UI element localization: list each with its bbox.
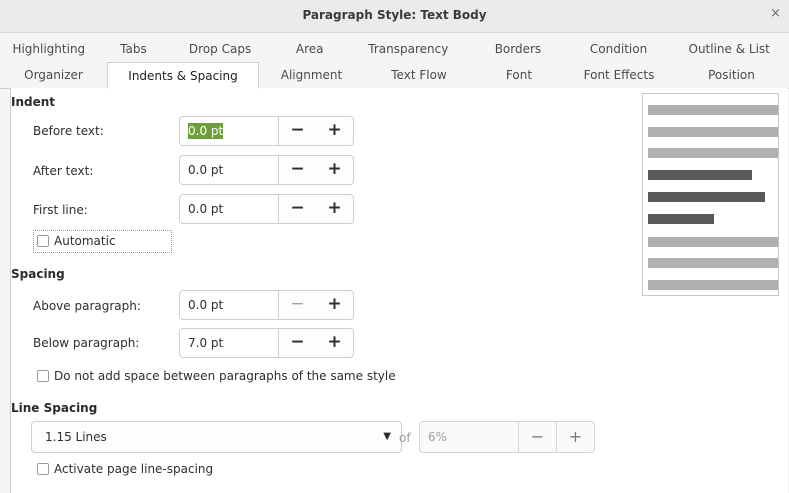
after-text-field[interactable]: 0.0 pt (179, 155, 279, 185)
line-spacing-increase-button[interactable]: + (557, 421, 595, 453)
indents-spacing-panel: Indent Before text: 0.0 pt − + After tex… (10, 88, 788, 493)
tab-outline-list[interactable]: Outline & List (669, 36, 789, 62)
below-paragraph-increase-button[interactable]: + (316, 328, 354, 358)
tab-position[interactable]: Position (674, 62, 789, 88)
above-paragraph-decrease-button[interactable]: − (279, 290, 317, 320)
line-spacing-heading: Line Spacing (11, 401, 98, 415)
no-space-same-style-label[interactable]: Do not add space between paragraphs of t… (54, 369, 396, 383)
first-line-field[interactable]: 0.0 pt (179, 194, 279, 224)
no-space-same-style-checkbox[interactable] (37, 370, 49, 382)
tab-highlighting[interactable]: Highlighting (0, 36, 98, 62)
close-icon[interactable]: × (770, 6, 781, 21)
dropdown-arrow-icon: ▼ (383, 431, 391, 442)
first-line-decrease-button[interactable]: − (279, 194, 317, 224)
first-line-increase-button[interactable]: + (316, 194, 354, 224)
preview-line (648, 148, 778, 158)
indent-heading: Indent (11, 95, 56, 109)
tab-font-effects[interactable]: Font Effects (564, 62, 674, 88)
tab-drop-caps[interactable]: Drop Caps (169, 36, 271, 62)
tab-font[interactable]: Font (474, 62, 564, 88)
below-paragraph-field[interactable]: 7.0 pt (179, 328, 279, 358)
before-text-label: Before text: (33, 124, 104, 138)
first-line-label: First line: (33, 203, 88, 217)
tab-row-1: Highlighting Tabs Drop Caps Area Transpa… (0, 36, 789, 62)
preview-line (648, 214, 714, 224)
before-text-increase-button[interactable]: + (316, 116, 354, 146)
preview-line (648, 105, 778, 115)
preview-line (648, 127, 778, 137)
tab-row-2: Organizer Indents & Spacing Alignment Te… (0, 62, 789, 89)
above-paragraph-increase-button[interactable]: + (316, 290, 354, 320)
of-label: of (399, 431, 411, 445)
activate-page-line-spacing-label[interactable]: Activate page line-spacing (54, 462, 213, 476)
automatic-label[interactable]: Automatic (54, 234, 116, 248)
paragraph-preview (642, 93, 779, 296)
after-text-decrease-button[interactable]: − (279, 155, 317, 185)
above-paragraph-label: Above paragraph: (33, 299, 141, 313)
automatic-checkbox[interactable] (37, 235, 49, 247)
tab-transparency[interactable]: Transparency (349, 36, 469, 62)
line-spacing-selected-value: 1.15 Lines (45, 430, 107, 444)
tab-alignment[interactable]: Alignment (259, 62, 364, 88)
window-title: Paragraph Style: Text Body (302, 8, 487, 22)
tab-text-flow[interactable]: Text Flow (364, 62, 474, 88)
preview-line (648, 280, 778, 290)
below-paragraph-decrease-button[interactable]: − (279, 328, 317, 358)
before-text-field[interactable]: 0.0 pt (179, 116, 279, 146)
after-text-increase-button[interactable]: + (316, 155, 354, 185)
line-spacing-select[interactable]: 1.15 Lines ▼ (31, 421, 402, 453)
tab-area[interactable]: Area (271, 36, 349, 62)
spacing-heading: Spacing (11, 267, 65, 281)
tab-borders[interactable]: Borders (468, 36, 568, 62)
title-bar: Paragraph Style: Text Body × (0, 0, 789, 33)
preview-line (648, 192, 765, 202)
preview-line (648, 258, 778, 268)
line-spacing-decrease-button[interactable]: − (519, 421, 557, 453)
above-paragraph-field[interactable]: 0.0 pt (179, 290, 279, 320)
tab-condition[interactable]: Condition (568, 36, 670, 62)
before-text-value: 0.0 pt (188, 123, 224, 139)
tab-organizer[interactable]: Organizer (0, 62, 107, 88)
after-text-label: After text: (33, 164, 94, 178)
tab-tabs[interactable]: Tabs (98, 36, 170, 62)
activate-page-line-spacing-checkbox[interactable] (37, 463, 49, 475)
line-spacing-value-field[interactable]: 6% (419, 421, 519, 453)
tab-indents-spacing[interactable]: Indents & Spacing (107, 62, 259, 89)
below-paragraph-label: Below paragraph: (33, 336, 140, 350)
before-text-decrease-button[interactable]: − (279, 116, 317, 146)
preview-line (648, 237, 778, 247)
preview-line (648, 170, 752, 180)
